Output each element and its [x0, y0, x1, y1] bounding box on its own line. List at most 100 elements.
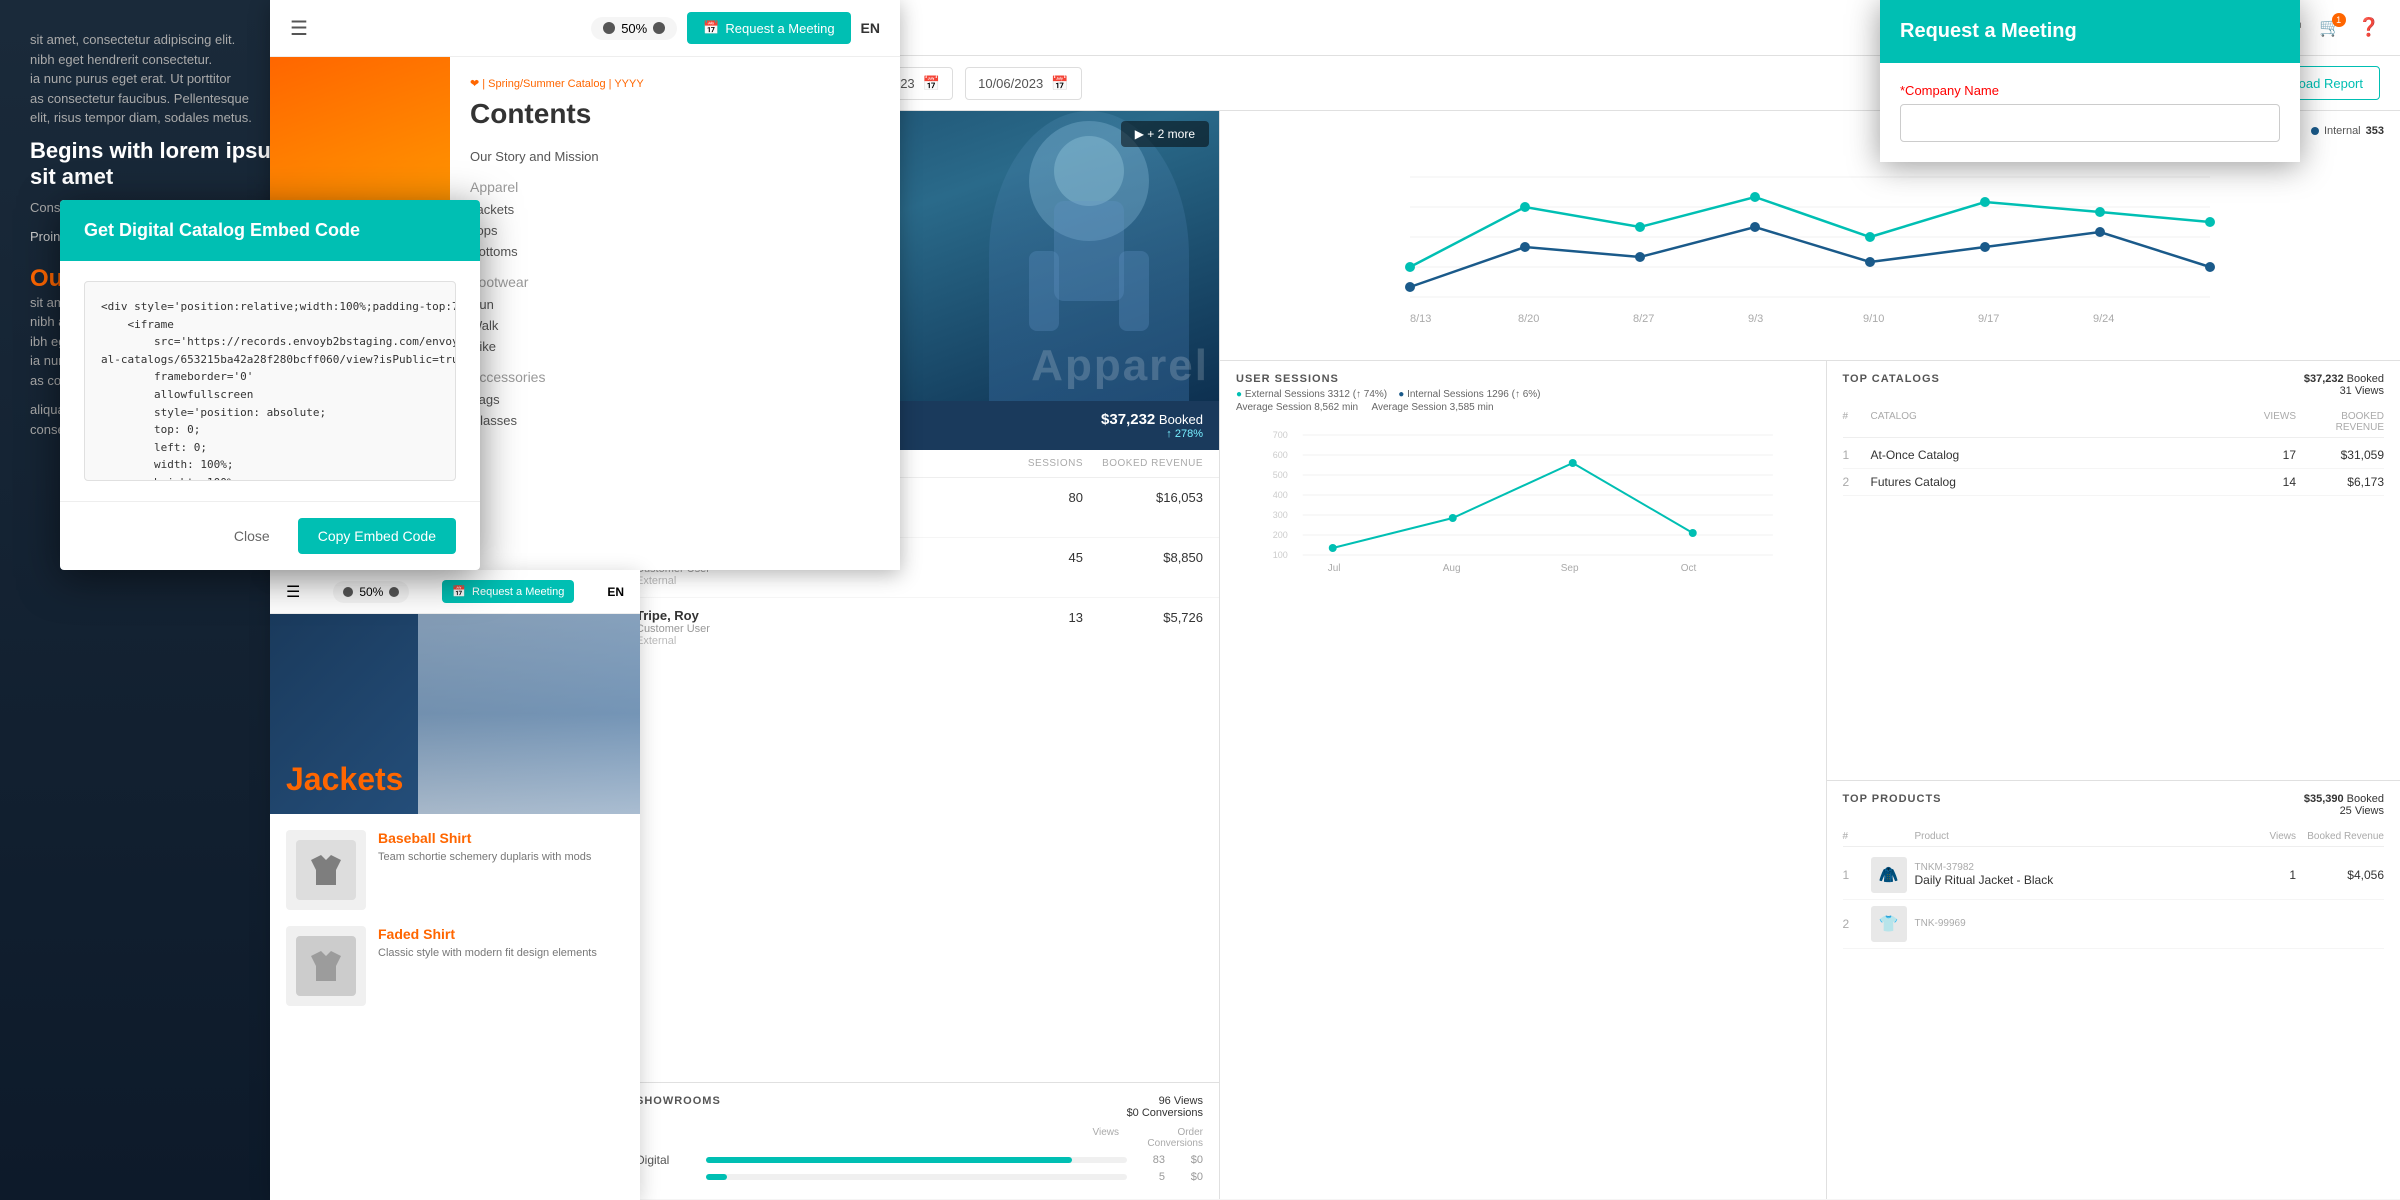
showrooms-kpi: 96 Views $0 Conversions	[1127, 1095, 1203, 1119]
bottom-catalog-panel: ☰ 50% 📅 Request a Meeting EN Jackets	[270, 570, 640, 1200]
request-meeting-overlay: Request a Meeting *Company Name	[1880, 0, 2300, 162]
list-item: 1 🧥 TNKM-37982 Daily Ritual Jacket - Bla…	[1843, 851, 2385, 900]
zoom-dot-right	[653, 22, 665, 34]
svg-text:9/10: 9/10	[1863, 313, 1884, 325]
embed-dialog-header: Get Digital Catalog Embed Code	[60, 200, 480, 261]
svg-text:Oct: Oct	[1681, 563, 1697, 573]
embed-code-block[interactable]: <div style='position:relative;width:100%…	[84, 281, 456, 481]
close-button[interactable]: Close	[218, 520, 286, 552]
request-meeting-button[interactable]: 📅 Request a Meeting	[687, 12, 850, 44]
shirt-icon	[306, 850, 346, 890]
list-item: 2 👕 TNK-99969	[1843, 900, 2385, 949]
product-thumbnail: 🧥	[1871, 857, 1907, 893]
session-avg-info: Average Session 8,562 min Average Sessio…	[1236, 402, 1810, 413]
help-button[interactable]: ❓	[2358, 17, 2380, 38]
bar-chart: 700 600 500 400 300 200 100	[1236, 423, 1810, 573]
svg-text:8/20: 8/20	[1518, 313, 1539, 325]
calendar-icon-from: 📅	[923, 75, 940, 92]
copy-embed-button[interactable]: Copy Embed Code	[298, 518, 456, 554]
product-info: TNK-99969	[1915, 918, 2249, 929]
apparel-watermark: Apparel	[1031, 341, 1209, 391]
showroom-fill	[706, 1157, 1072, 1163]
showroom-progress	[706, 1157, 1127, 1163]
svg-text:9/3: 9/3	[1748, 313, 1763, 325]
company-name-label: *Company Name	[1900, 83, 2280, 98]
users-kpi: $37,232 Booked ↑ 278%	[1101, 411, 1203, 440]
top-products-section: TOP PRODUCTS $35,390 Booked 25 Views # P…	[1827, 781, 2400, 1200]
cart-button[interactable]: 🛒 1	[2319, 17, 2341, 38]
showrooms-section: SHOWROOMS 96 Views $0 Conversions Views …	[620, 1082, 1219, 1199]
bottom-zoom-dot-r	[389, 587, 399, 597]
date-to-field[interactable]: 10/06/2023 📅	[965, 67, 1082, 100]
list-item: Digital 83 $0	[636, 1153, 1203, 1167]
bottom-catalog-header: ☰ 50% 📅 Request a Meeting EN	[270, 570, 640, 614]
svg-text:600: 600	[1273, 450, 1288, 460]
usage-badge: ▶ + 2 more	[1121, 121, 1209, 147]
dashboard-right-col: External 533 Internal 353	[1220, 111, 2400, 1199]
catalog-section-footwear: Footwear Run Walk Hike	[470, 274, 880, 357]
svg-text:9/24: 9/24	[2093, 313, 2114, 325]
bottom-catalog-hero: Jackets	[270, 614, 640, 814]
list-item: Baseball Shirt Team schortie schemery du…	[286, 830, 624, 910]
embed-dialog-body: <div style='position:relative;width:100%…	[60, 261, 480, 501]
bottom-right-panels: TOP CATALOGS $37,232 Booked 31 Views # C…	[1827, 361, 2400, 1199]
svg-text:Jul: Jul	[1328, 563, 1341, 573]
hamburger-menu-icon[interactable]: ☰	[290, 16, 308, 41]
internal-dot	[2311, 127, 2319, 135]
top-catalogs-header: TOP CATALOGS $37,232 Booked 31 Views	[1843, 373, 2385, 397]
bottom-meeting-button[interactable]: 📅 Request a Meeting	[442, 580, 574, 603]
bottom-catalog-content: Jackets Baseball Shirt Team schortie sch…	[270, 614, 640, 1194]
catalog-modal-header: ☰ 50% 📅 Request a Meeting EN	[270, 0, 900, 57]
zoom-control: 50%	[591, 17, 677, 40]
svg-text:100: 100	[1273, 550, 1288, 560]
top-products-header: TOP PRODUCTS $35,390 Booked 25 Views	[1843, 793, 2385, 817]
svg-text:300: 300	[1273, 510, 1288, 520]
product-info-1: Baseball Shirt Team schortie schemery du…	[378, 830, 624, 910]
hero-image-area	[418, 614, 640, 814]
showrooms-col-headers: Views Order Conversions	[636, 1127, 1203, 1149]
svg-text:Aug: Aug	[1443, 563, 1461, 573]
shirt2-icon	[306, 946, 346, 986]
svg-text:400: 400	[1273, 490, 1288, 500]
top-catalogs-table-header: # Catalog Views Booked Revenue	[1843, 407, 2385, 438]
svg-text:500: 500	[1273, 470, 1288, 480]
cart-badge: 1	[2332, 13, 2346, 27]
user-cell: Tripe, Roy Customer User External	[636, 608, 1003, 647]
bottom-products: Baseball Shirt Team schortie schemery du…	[270, 814, 640, 1038]
bottom-zoom-control: 50%	[333, 581, 409, 603]
zoom-dot-left	[603, 22, 615, 34]
svg-text:8/13: 8/13	[1410, 313, 1431, 325]
user-sessions-section: USER SESSIONS ● External Sessions 3312 (…	[1220, 361, 1827, 1199]
list-item: 5 $0	[636, 1171, 1203, 1183]
request-meeting-body: *Company Name	[1880, 63, 2300, 162]
embed-dialog-footer: Close Copy Embed Code	[60, 501, 480, 570]
product-img-2	[286, 926, 366, 1006]
product-info-2: Faded Shirt Classic style with modern fi…	[378, 926, 624, 1006]
request-meeting-header: Request a Meeting	[1880, 0, 2300, 63]
catalog-section-apparel: Apparel Jackets Tops Bottoms	[470, 179, 880, 262]
svg-text:9/17: 9/17	[1978, 313, 1999, 325]
top-products-kpi: $35,390 Booked 25 Views	[2304, 793, 2384, 817]
trend-line-chart: 8/13 8/20 8/27 9/3 9/10 9/17 9/24	[1236, 147, 2384, 327]
company-name-input[interactable]	[1900, 104, 2280, 142]
product-thumbnail: 👕	[1871, 906, 1907, 942]
product-info: TNKM-37982 Daily Ritual Jacket - Black	[1915, 862, 2249, 887]
calendar-icon-to: 📅	[1051, 75, 1068, 92]
top-products-table-header: # Product Views Booked Revenue	[1843, 827, 2385, 847]
svg-text:Sep: Sep	[1561, 563, 1579, 573]
catalog-controls: 50% 📅 Request a Meeting EN	[591, 12, 880, 44]
list-item: 1 At-Once Catalog 17 $31,059	[1843, 442, 2385, 469]
bottom-row: USER SESSIONS ● External Sessions 3312 (…	[1220, 361, 2400, 1199]
internal-legend: Internal 353	[2311, 125, 2384, 137]
catalog-section-accessories: Accessories Bags Glasses	[470, 369, 880, 431]
hamburger-icon-bottom[interactable]: ☰	[286, 582, 300, 602]
svg-text:700: 700	[1273, 430, 1288, 440]
showroom-fill	[706, 1174, 727, 1180]
showroom-progress	[706, 1174, 1127, 1180]
table-row: Tripe, Roy Customer User External 13 $5,…	[620, 598, 1219, 657]
list-item: Faded Shirt Classic style with modern fi…	[286, 926, 624, 1006]
top-catalogs-section: TOP CATALOGS $37,232 Booked 31 Views # C…	[1827, 361, 2400, 781]
ext-session-info: ● External Sessions 3312 (↑ 74%) ● Inter…	[1236, 389, 1810, 400]
svg-text:200: 200	[1273, 530, 1288, 540]
top-catalogs-kpi: $37,232 Booked 31 Views	[2304, 373, 2384, 397]
